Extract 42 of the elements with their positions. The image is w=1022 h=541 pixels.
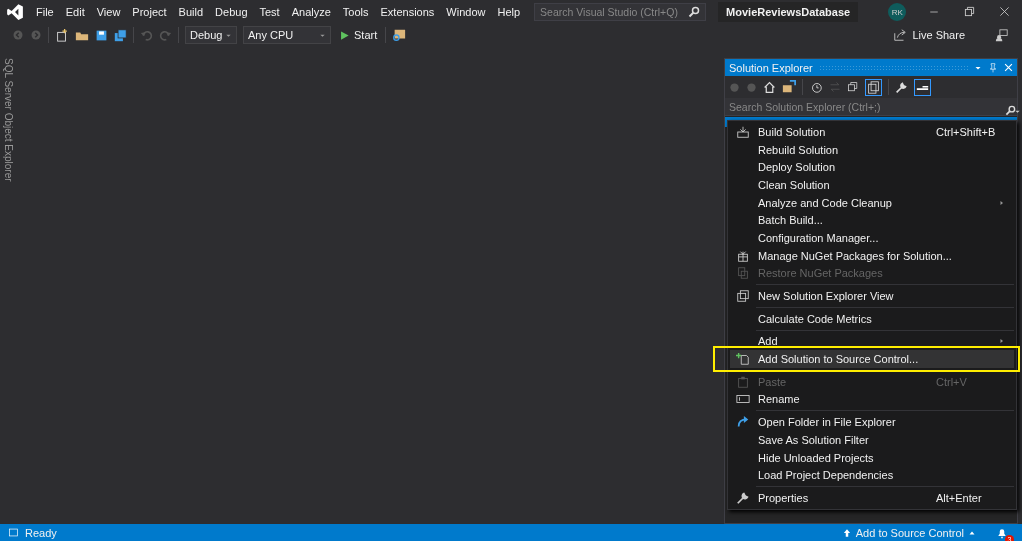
menu-bar-item[interactable]: Help [491, 6, 527, 18]
solution-title: MovieReviewsDatabase [718, 2, 859, 22]
menu-item[interactable]: Save As Solution Filter [730, 431, 1014, 449]
configuration-dropdown[interactable]: Debug [185, 26, 237, 44]
menu-bar-item[interactable]: Debug [209, 6, 254, 18]
live-share-button[interactable]: Live Share [887, 27, 971, 43]
menu-bar-item[interactable]: Extensions [374, 6, 441, 18]
menu-bar-item[interactable]: Analyze [285, 6, 337, 18]
menu-item[interactable]: Add [730, 332, 1014, 351]
menu-item[interactable]: Rename [730, 390, 1014, 409]
source-control-button[interactable]: Add to Source Control [855, 526, 964, 539]
user-avatar[interactable]: RK [888, 3, 907, 21]
menu-item[interactable]: Properties Alt+Enter [730, 489, 1014, 507]
menu-item[interactable]: Batch Build... [730, 211, 1014, 230]
menu-bar-item[interactable]: Build [172, 6, 210, 18]
menu-item[interactable]: Build Solution Ctrl+Shift+B [730, 123, 1014, 141]
menu-item[interactable]: Hide Unloaded Projects [730, 448, 1014, 467]
status-text: Ready [25, 526, 57, 539]
menu-bar-item[interactable]: Project [126, 6, 173, 18]
search-field[interactable]: Search Solution Explorer (Ctrl+;) [725, 98, 1017, 116]
menu-bar-item[interactable]: File [30, 6, 60, 18]
menu-item[interactable]: New Solution Explorer View [730, 287, 1014, 305]
menu-item[interactable]: Deploy Solution [730, 158, 1014, 177]
platform-dropdown[interactable]: Any CPU [243, 26, 331, 44]
menu-item[interactable]: Analyze and Code Cleanup [730, 193, 1014, 212]
panel-title: Solution Explorer [729, 61, 813, 74]
menu-item[interactable]: Configuration Manager... [730, 229, 1014, 247]
menu-bar-item[interactable]: Test [253, 6, 286, 18]
menu-bar-item[interactable]: Window [440, 6, 492, 18]
menu-item[interactable]: Clean Solution [730, 176, 1014, 194]
menu-item[interactable]: Calculate Code Metrics [730, 309, 1014, 328]
search-field[interactable]: Search Visual Studio (Ctrl+Q) [534, 3, 707, 21]
menu-bar-item[interactable]: Edit [59, 6, 91, 18]
menu-item[interactable]: Open Folder in File Explorer [730, 413, 1014, 431]
start-button[interactable]: Start [337, 29, 380, 41]
side-tab[interactable]: SQL Server Object Explorer [0, 50, 14, 524]
menu-bar-item[interactable]: View [90, 6, 127, 18]
menu-item[interactable]: Load Project Dependencies [730, 466, 1014, 485]
menu-item[interactable]: Rebuild Solution [730, 140, 1014, 159]
menu-item[interactable]: Manage NuGet Packages for Solution... [730, 246, 1014, 265]
menu-item[interactable]: Add Solution to Source Control... [730, 350, 1014, 368]
menu-bar-item[interactable]: Tools [336, 6, 375, 18]
